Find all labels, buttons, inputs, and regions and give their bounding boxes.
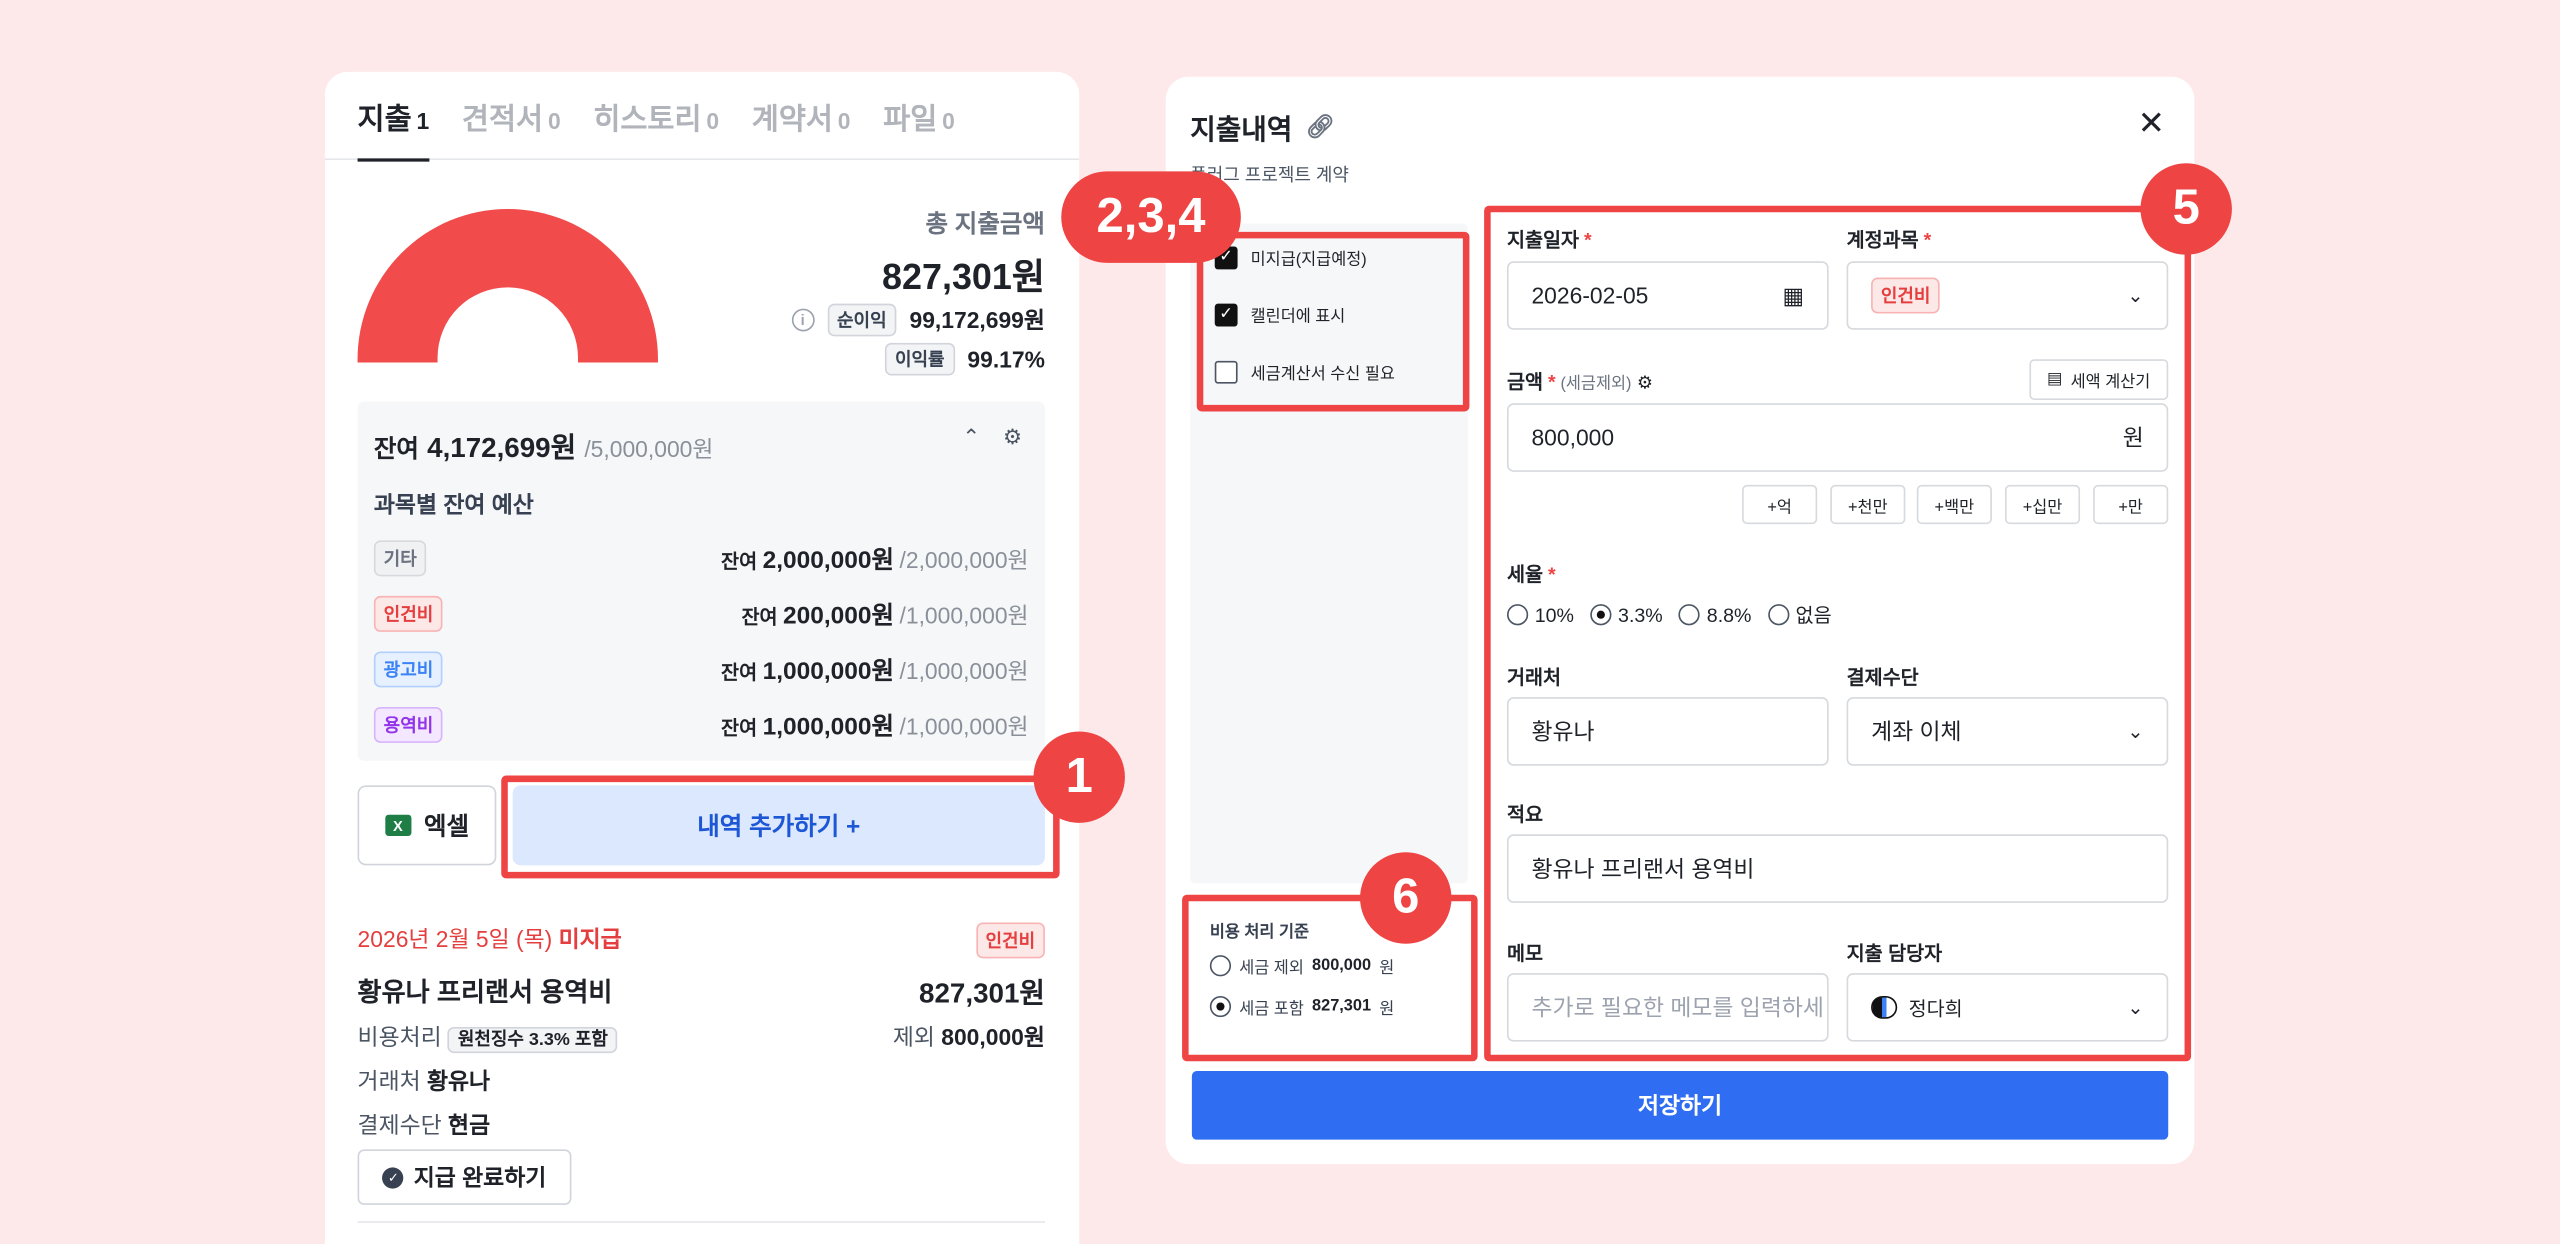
entry-category-tag: 인건비 [975,922,1045,959]
link-icon[interactable]: 🔗︎ [1305,113,1334,141]
process-chip: 원천징수 3.3% 포함 [448,1026,618,1054]
tab-label: 견적서 [461,102,544,135]
amount-limit: /1,000,000원 [899,712,1029,739]
callout-badge-5: 5 [2140,163,2232,255]
category-tag: 광고비 [373,651,444,688]
highlight-234 [1196,231,1470,412]
callout-badge-1: 1 [1033,731,1125,823]
margin-row: 이익률 99.17% [885,342,1045,376]
balance-prefix: 잔여 [373,435,419,464]
tab-expense[interactable]: 지출 1 [357,72,430,161]
budget-amount: 잔여 2,000,000원 /2,000,000원 [721,541,1029,575]
gear-icon[interactable]: ⚙ [1003,425,1022,451]
divider [357,1221,1045,1223]
check-circle-icon: ✓ [382,1166,404,1188]
profit-label: 순이익 [827,303,897,337]
total-label: 총 지출금액 [925,210,1045,239]
profit-row: i 순이익 99,172,699원 [791,303,1045,337]
info-icon[interactable]: i [791,308,815,332]
entry-status: 미지급 [558,925,622,952]
amount-value: 2,000,000원 [762,546,895,574]
excl-label: 제외 [892,1023,935,1050]
category-tag: 기타 [373,540,427,577]
amount-value: 200,000원 [782,601,895,630]
highlight-5 [1484,205,2192,1062]
entry-date: 2026년 2월 5일 (목) 미지급 [358,922,622,955]
margin-label: 이익률 [885,342,955,376]
entry-excl: 제외 800,000원 [893,1020,1045,1053]
amount-prefix: 잔여 [741,604,778,628]
balance-limit: /5,000,000원 [584,435,714,463]
close-icon[interactable]: ✕ [2138,103,2165,144]
spend-gauge [357,208,658,363]
tab-label: 계약서 [751,102,833,135]
entry-date-text: 2026년 2월 5일 (목) [357,925,553,952]
budget-box: 잔여 4,172,699원 /5,000,000원 ⌃ ⚙ 과목별 잔여 예산 … [357,401,1045,761]
amount-value: 1,000,000원 [762,657,895,685]
tab-count: 0 [547,106,561,134]
amount-prefix: 잔여 [721,715,758,739]
balance-value: 4,172,699원 [427,432,577,464]
budget-subtitle: 과목별 잔여 예산 [373,491,534,518]
save-button[interactable]: 저장하기 [1191,1071,2169,1140]
tab-count: 0 [837,106,851,134]
profit-value: 99,172,699원 [909,306,1045,334]
amount-limit: /1,000,000원 [899,657,1029,684]
budget-amount: 잔여 1,000,000원 /1,000,000원 [721,708,1029,742]
budget-controls: ⌃ ⚙ [962,425,1022,451]
tab-label: 파일 [883,102,938,135]
callout-badge-6: 6 [1360,852,1452,944]
budget-row: 광고비 잔여 1,000,000원 /1,000,000원 [373,651,1029,688]
entry-payment: 결제수단 현금 [358,1109,491,1142]
callout-badge-234: 2,3,4 [1061,171,1241,263]
complete-payment-button[interactable]: ✓ 지급 완료하기 [357,1149,572,1205]
payment-label: 결제수단 [357,1111,442,1138]
process-label: 비용처리 [357,1023,442,1050]
category-tag: 인건비 [373,595,444,632]
excel-icon: X [384,814,411,836]
entry-title[interactable]: 황유나 프리랜서 용역비 [358,970,613,1009]
entry-process: 비용처리 원천징수 3.3% 포함 [357,1020,618,1054]
excl-value: 800,000원 [941,1023,1045,1050]
modal-title-text: 지출내역 [1190,114,1293,146]
modal-title: 지출내역 🔗︎ [1190,106,1334,147]
tab-count: 1 [416,106,430,134]
tab-count: 0 [706,106,720,134]
tab-contract[interactable]: 계약서 0 [752,72,851,159]
amount-prefix: 잔여 [721,549,758,573]
tab-file[interactable]: 파일 0 [883,72,955,159]
tab-bar: 지출 1 견적서 0 히스토리 0 계약서 0 파일 0 [324,72,1080,161]
highlight-1 [501,775,1060,879]
tab-history[interactable]: 히스토리 0 [593,72,719,159]
budget-balance: 잔여 4,172,699원 /5,000,000원 [374,425,714,466]
amount-limit: /1,000,000원 [899,601,1029,628]
tab-label: 히스토리 [593,102,702,135]
excel-button[interactable]: X 엑셀 [357,785,497,866]
tab-label: 지출 [357,102,412,135]
amount-value: 1,000,000원 [762,712,895,741]
budget-row: 용역비 잔여 1,000,000원 /1,000,000원 [373,706,1029,743]
budget-row: 인건비 잔여 200,000원 /1,000,000원 [373,595,1029,632]
budget-row: 기타 잔여 2,000,000원 /2,000,000원 [373,540,1029,577]
budget-amount: 잔여 1,000,000원 /1,000,000원 [721,652,1029,686]
expense-panel: 지출 1 견적서 0 히스토리 0 계약서 0 파일 0 총 지출금액 827,301원 … [324,71,1080,1244]
entry-vendor: 거래처 황유나 [358,1065,491,1098]
category-tag: 용역비 [373,706,444,743]
vendor-value: 황유나 [427,1067,491,1094]
vendor-label: 거래처 [357,1067,421,1094]
budget-amount: 잔여 200,000원 /1,000,000원 [741,597,1028,631]
total-value: 827,301원 [882,256,1045,298]
amount-prefix: 잔여 [721,660,758,684]
amount-limit: /2,000,000원 [899,546,1029,573]
payment-value: 현금 [448,1111,491,1138]
chevron-up-icon[interactable]: ⌃ [962,425,980,451]
excel-label: 엑셀 [423,813,470,841]
margin-value: 99.17% [967,346,1045,373]
tab-estimate[interactable]: 견적서 0 [462,72,561,159]
entry-amount: 827,301원 [919,977,1045,1010]
tab-count: 0 [942,106,955,134]
complete-label: 지급 완료하기 [413,1164,547,1191]
